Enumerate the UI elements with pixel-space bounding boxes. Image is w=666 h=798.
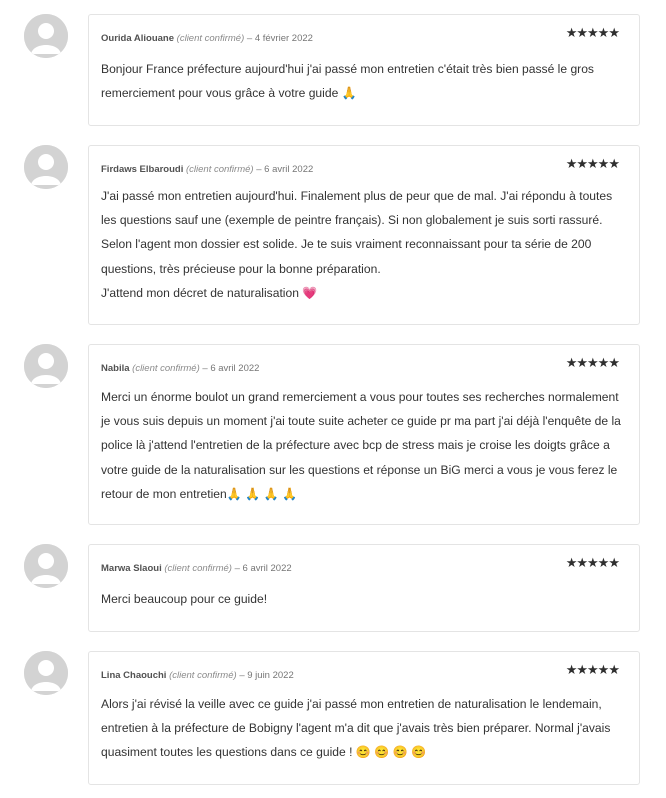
avatar — [24, 344, 68, 388]
review-paragraph: Merci un énorme boulot un grand remercie… — [101, 390, 621, 501]
review-text: Merci un énorme boulot un grand remercie… — [101, 385, 621, 506]
review-card: Firdaws Elbaroudi (client confirmé) – 6 … — [88, 145, 640, 325]
review-date: 6 avril 2022 — [242, 563, 292, 574]
user-placeholder-icon — [24, 14, 68, 58]
verified-label: (client confirmé) — [164, 563, 232, 574]
review-paragraph: Bonjour France préfecture aujourd'hui j'… — [101, 62, 594, 101]
star-rating: ★★★★★ — [565, 157, 620, 172]
review-card: Ourida Aliouane (client confirmé) – 4 fé… — [88, 14, 640, 126]
review-meta: Firdaws Elbaroudi (client confirmé) – 6 … — [101, 164, 313, 175]
avatar — [24, 651, 68, 695]
meta-separator: – — [256, 164, 262, 175]
avatar — [24, 14, 68, 58]
review-date: 6 avril 2022 — [264, 164, 314, 175]
user-placeholder-icon — [24, 344, 68, 388]
review-paragraph: Merci beaucoup pour ce guide! — [101, 592, 268, 606]
verified-label: (client confirmé) — [176, 33, 245, 44]
review-date: 9 juin 2022 — [247, 670, 294, 681]
reviews-list: Ourida Aliouane (client confirmé) – 4 fé… — [0, 0, 666, 798]
review-author: Nabila — [101, 363, 130, 374]
star-rating: ★★★★★ — [565, 356, 620, 371]
review-text: J'ai passé mon entretien aujourd'hui. Fi… — [101, 184, 621, 305]
verified-label: (client confirmé) — [186, 164, 254, 175]
review-meta: Marwa Slaoui (client confirmé) – 6 avril… — [101, 563, 292, 574]
star-rating: ★★★★★ — [565, 556, 620, 571]
review-author: Marwa Slaoui — [101, 563, 162, 574]
review-text: Bonjour France préfecture aujourd'hui j'… — [101, 57, 621, 105]
review-card: Marwa Slaoui (client confirmé) – 6 avril… — [88, 544, 640, 632]
meta-separator: – — [234, 563, 240, 574]
avatar — [24, 544, 68, 588]
review-card: Lina Chaouchi (client confirmé) – 9 juin… — [88, 651, 640, 785]
user-placeholder-icon — [24, 544, 68, 588]
review-card: Nabila (client confirmé) – 6 avril 2022 … — [88, 344, 640, 525]
review-date: 6 avril 2022 — [210, 363, 260, 374]
avatar — [24, 145, 68, 189]
review-author: Firdaws Elbaroudi — [101, 164, 184, 175]
star-rating: ★★★★★ — [565, 26, 620, 41]
meta-separator: – — [246, 33, 253, 44]
review-date: 4 février 2022 — [254, 33, 313, 44]
review-paragraph: J'ai passé mon entretien aujourd'hui. Fi… — [101, 189, 613, 276]
review-paragraph: J'attend mon décret de naturalisation 💗 — [101, 285, 318, 300]
review-paragraph: Alors j'ai révisé la veille avec ce guid… — [101, 697, 611, 760]
review-author: Ourida Aliouane — [101, 33, 175, 44]
verified-label: (client confirmé) — [169, 670, 237, 681]
meta-separator: – — [202, 363, 208, 374]
user-placeholder-icon — [24, 145, 68, 189]
meta-separator: – — [239, 670, 245, 681]
star-rating: ★★★★★ — [565, 663, 620, 678]
verified-label: (client confirmé) — [132, 363, 200, 374]
review-meta: Lina Chaouchi (client confirmé) – 9 juin… — [101, 670, 294, 681]
review-text: Alors j'ai révisé la veille avec ce guid… — [101, 692, 621, 765]
review-meta: Nabila (client confirmé) – 6 avril 2022 — [101, 363, 259, 374]
review-author: Lina Chaouchi — [101, 670, 167, 681]
user-placeholder-icon — [24, 651, 68, 695]
review-meta: Ourida Aliouane (client confirmé) – 4 fé… — [101, 33, 313, 44]
review-text: Merci beaucoup pour ce guide! — [101, 587, 621, 611]
